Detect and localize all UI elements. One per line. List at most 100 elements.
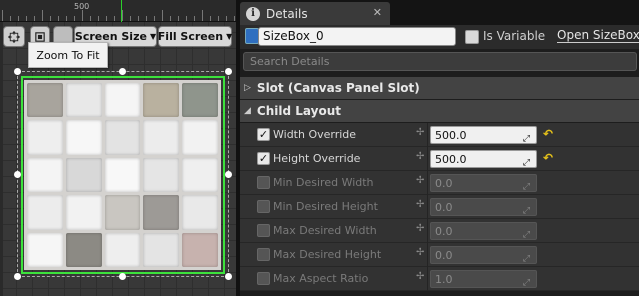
- resize-handle[interactable]: [119, 273, 126, 280]
- chevron-down-icon: ▼: [226, 32, 233, 41]
- column-separator: [427, 219, 428, 243]
- override-checkbox[interactable]: [257, 176, 270, 189]
- property-value: 0.0: [435, 201, 453, 214]
- fill-screen-label: Fill Screen: [157, 30, 224, 43]
- ruler-tick: [194, 16, 195, 21]
- fill-screen-dropdown[interactable]: Fill Screen ▼: [158, 26, 232, 47]
- ruler-tick: [74, 16, 75, 21]
- ruler-tick: [186, 16, 187, 21]
- vertical-ruler: [0, 22, 3, 296]
- ruler-tick: [218, 16, 219, 21]
- wrench-icon: ✢: [416, 271, 425, 282]
- drag-handle-icon: ⤢: [522, 254, 530, 264]
- zoom-to-fit-icon: [8, 30, 20, 43]
- property-value-input[interactable]: 500.0 ⤢: [430, 126, 537, 144]
- property-value-input: 1.0 ⤢: [430, 270, 537, 288]
- property-label: Min Desired Height: [273, 200, 378, 213]
- property-label: Max Desired Width: [273, 224, 377, 237]
- property-row: ✓ Height Override ✢ 500.0 ⤢ ↶: [240, 147, 639, 171]
- category-slot[interactable]: ▷ Slot (Canvas Panel Slot): [240, 77, 639, 99]
- wrench-icon: ✢: [416, 175, 425, 186]
- mosaic-tile: [27, 120, 63, 155]
- ruler-tick: [234, 16, 235, 21]
- ruler-tick: [66, 16, 67, 21]
- mosaic-tile: [143, 195, 180, 230]
- property-value-input: 0.0 ⤢: [430, 222, 537, 240]
- category-child-layout[interactable]: ◢ Child Layout: [240, 100, 639, 122]
- search-details-input[interactable]: Search Details: [243, 52, 637, 71]
- drag-handle-icon: ⤢: [522, 158, 530, 168]
- mosaic-tile: [104, 120, 141, 155]
- ruler-tick: [26, 16, 27, 21]
- ruler-cursor-marker: [121, 0, 122, 22]
- column-separator: [427, 267, 428, 291]
- reset-to-default-icon[interactable]: ↶: [543, 127, 553, 141]
- ruler-tick: [42, 10, 43, 21]
- wrench-icon: ✢: [416, 223, 425, 234]
- wrench-icon: ✢: [416, 247, 425, 258]
- property-value-input: 0.0 ⤢: [430, 246, 537, 264]
- resize-handle[interactable]: [14, 273, 21, 280]
- mosaic-tile: [143, 83, 180, 118]
- override-checkbox[interactable]: ✓: [257, 128, 270, 141]
- ruler-tick: [18, 16, 19, 21]
- mosaic-tile: [143, 232, 180, 267]
- property-value-input: 0.0 ⤢: [430, 198, 537, 216]
- mosaic-tile: [65, 232, 102, 267]
- wrench-icon: ✢: [416, 127, 425, 138]
- resize-handle[interactable]: [225, 171, 232, 178]
- tab-details-label: Details: [266, 6, 308, 21]
- resize-handle[interactable]: [225, 68, 232, 75]
- column-separator: [427, 243, 428, 267]
- ruler-tick: [2, 10, 3, 21]
- override-checkbox[interactable]: [257, 248, 270, 261]
- mosaic-tile: [182, 232, 218, 267]
- column-separator: [427, 123, 428, 147]
- zoom-to-fit-tooltip: Zoom To Fit: [28, 42, 108, 68]
- zoom-to-fit-button[interactable]: [3, 26, 25, 47]
- widget-name-input[interactable]: SizeBox_0: [258, 27, 456, 46]
- reset-to-default-icon[interactable]: ↶: [543, 151, 553, 165]
- ruler-tick: [226, 16, 227, 21]
- mosaic-tile: [27, 83, 63, 118]
- resize-handle[interactable]: [225, 273, 232, 280]
- wrench-icon: ✢: [416, 151, 425, 162]
- property-value-input[interactable]: 500.0 ⤢: [430, 150, 537, 168]
- mosaic-tile: [104, 195, 141, 230]
- mosaic-tile: [182, 83, 218, 118]
- drag-handle-icon: ⤢: [522, 230, 530, 240]
- ruler-tick: [178, 16, 179, 21]
- property-row: Min Desired Height ✢ 0.0 ⤢: [240, 195, 639, 219]
- drag-handle-icon: ⤢: [522, 206, 530, 216]
- category-child-layout-label: Child Layout: [256, 104, 341, 118]
- resize-handle[interactable]: [14, 68, 21, 75]
- override-checkbox[interactable]: [257, 224, 270, 237]
- tab-details[interactable]: i Details ✕: [240, 2, 390, 25]
- chevron-right-icon: ▷: [244, 83, 251, 93]
- ruler-tick: [10, 16, 11, 21]
- mosaic-tile: [65, 120, 102, 155]
- mosaic-tile: [104, 83, 141, 118]
- category-slot-label: Slot (Canvas Panel Slot): [256, 81, 420, 95]
- selected-widget[interactable]: [14, 68, 232, 280]
- property-value: 0.0: [435, 225, 453, 238]
- resize-handle[interactable]: [119, 68, 126, 75]
- ruler-tick: [106, 16, 107, 21]
- is-variable-checkbox[interactable]: [465, 30, 479, 44]
- widget-name-row: SizeBox_0 Is Variable Open SizeBox: [240, 25, 639, 49]
- property-value: 0.0: [435, 177, 453, 190]
- property-label: Width Override: [273, 128, 357, 141]
- override-checkbox[interactable]: [257, 272, 270, 285]
- open-sizebox-link[interactable]: Open SizeBox: [557, 28, 639, 43]
- mosaic-tile: [104, 157, 141, 193]
- resize-handle[interactable]: [14, 171, 21, 178]
- mosaic-tile: [27, 232, 63, 267]
- property-row: Max Desired Width ✢ 0.0 ⤢: [240, 219, 639, 243]
- close-icon[interactable]: ✕: [373, 6, 382, 19]
- column-separator: [427, 195, 428, 219]
- mosaic-tile: [27, 157, 63, 193]
- override-checkbox[interactable]: [257, 200, 270, 213]
- property-value: 500.0: [435, 129, 467, 142]
- designer-canvas[interactable]: 500 Screen Size ▼ Fill Screen ▼ Zoom To …: [0, 0, 236, 296]
- override-checkbox[interactable]: ✓: [257, 152, 270, 165]
